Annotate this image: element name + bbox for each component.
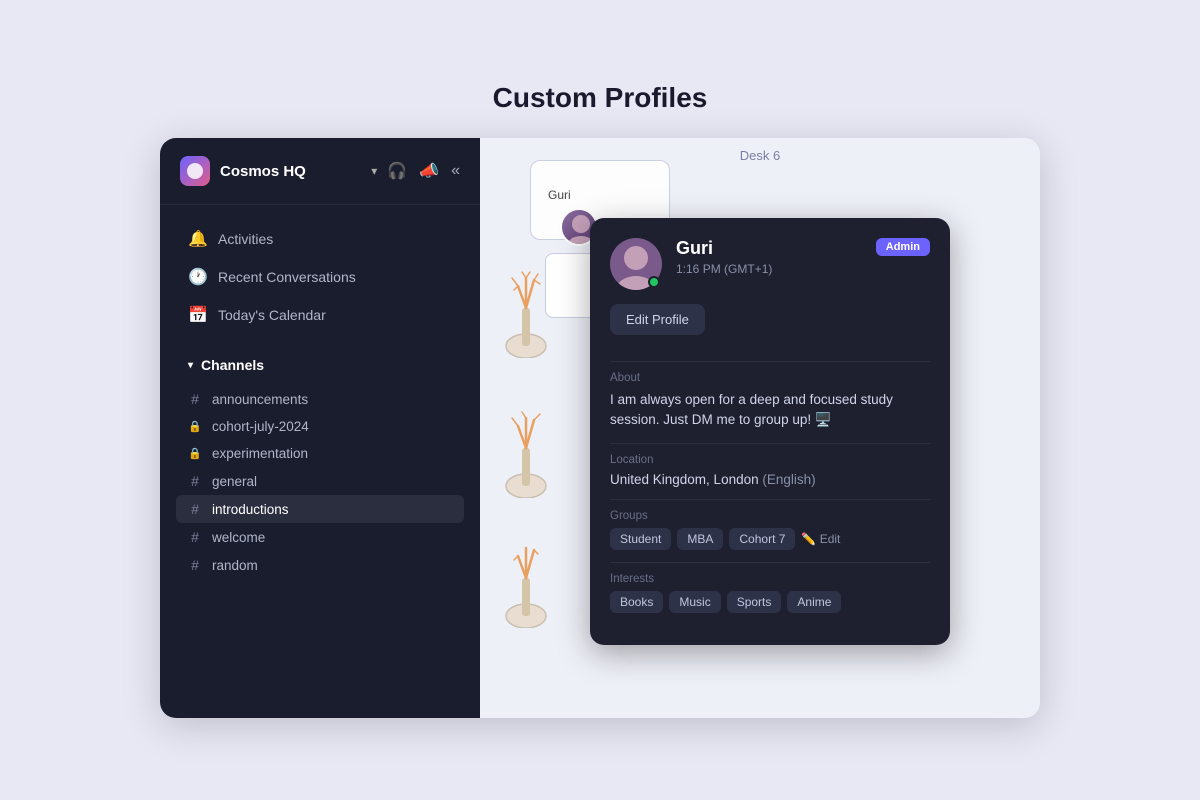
header-icons: 🎧 📣 « [387,161,460,181]
channel-label: welcome [212,530,265,545]
workspace-logo [180,156,210,186]
channel-item-experimentation[interactable]: 🔒 experimentation [176,440,464,467]
headphone-icon[interactable]: 🎧 [387,161,407,181]
bell-icon: 🔔 [188,229,206,249]
channel-label: general [212,474,257,489]
plant-decoration-3 [500,538,552,633]
channel-item-welcome[interactable]: # welcome [176,523,464,551]
about-text: I am always open for a deep and focused … [610,390,930,431]
hash-icon: # [188,391,202,407]
groups-tags: Student MBA Cohort 7 ✏️ Edit [610,528,930,550]
channels-section: ▾ Channels # announcements 🔒 cohort-july… [160,341,480,587]
lock-icon: 🔒 [188,447,202,460]
sidebar-item-activities[interactable]: 🔔 Activities [176,221,464,257]
interests-section: Interests Books Music Sports Anime [610,573,930,613]
recent-conversations-label: Recent Conversations [218,269,356,285]
channels-chevron-icon: ▾ [188,360,193,371]
group-tag-student: Student [610,528,671,550]
user-info: Guri 1:16 PM (GMT+1) [676,238,862,276]
about-label: About [610,372,930,384]
sidebar-item-recent-conversations[interactable]: 🕐 Recent Conversations [176,259,464,295]
megaphone-icon[interactable]: 📣 [419,161,439,181]
hash-icon: # [188,501,202,517]
interests-tags: Books Music Sports Anime [610,591,930,613]
sidebar-nav: 🔔 Activities 🕐 Recent Conversations 📅 To… [160,205,480,341]
groups-section: Groups Student MBA Cohort 7 ✏️ Edit [610,510,930,550]
page-title: Custom Profiles [493,82,708,114]
channel-item-random[interactable]: # random [176,551,464,579]
app-container: Cosmos HQ ▾ 🎧 📣 « 🔔 Activities 🕐 Recent … [160,138,1040,718]
about-section: About I am always open for a deep and fo… [610,372,930,431]
collapse-icon[interactable]: « [451,162,460,180]
channel-item-cohort[interactable]: 🔒 cohort-july-2024 [176,413,464,440]
groups-label: Groups [610,510,930,522]
clock-icon: 🕐 [188,267,206,287]
interest-tag-sports: Sports [727,591,782,613]
workspace-chevron-icon[interactable]: ▾ [371,164,377,178]
edit-profile-button[interactable]: Edit Profile [610,304,705,335]
todays-calendar-label: Today's Calendar [218,307,326,323]
guri-label: Guri [548,188,571,202]
calendar-icon: 📅 [188,305,206,325]
sidebar-header: Cosmos HQ ▾ 🎧 📣 « [160,138,480,205]
main-content: Desk 6 Guri [480,138,1040,718]
channel-item-introductions[interactable]: # introductions [176,495,464,523]
user-name: Guri [676,238,862,259]
hash-icon: # [188,557,202,573]
channel-label: experimentation [212,446,308,461]
divider-1 [610,361,930,362]
user-time: 1:16 PM (GMT+1) [676,262,862,276]
channel-label: introductions [212,502,289,517]
sidebar: Cosmos HQ ▾ 🎧 📣 « 🔔 Activities 🕐 Recent … [160,138,480,718]
divider-4 [610,562,930,563]
channel-label: announcements [212,392,308,407]
location-primary: United Kingdom, London [610,472,759,487]
lock-icon: 🔒 [188,420,202,433]
location-text: United Kingdom, London (English) [610,472,930,487]
online-status-indicator [648,276,660,288]
groups-edit-button[interactable]: ✏️ Edit [801,532,840,546]
divider-3 [610,499,930,500]
activities-label: Activities [218,231,273,247]
hash-icon: # [188,473,202,489]
user-avatar-wrap [610,238,662,290]
channel-label: cohort-july-2024 [212,419,309,434]
logo-inner [187,163,203,179]
plant-decoration-2 [500,408,552,503]
interest-tag-books: Books [610,591,663,613]
location-secondary: (English) [762,472,815,487]
desk-area: Desk 6 Guri [480,138,1040,718]
workspace-name: Cosmos HQ [220,163,361,180]
hash-icon: # [188,529,202,545]
channel-label: random [212,558,258,573]
location-section: Location United Kingdom, London (English… [610,454,930,487]
interests-label: Interests [610,573,930,585]
admin-badge: Admin [876,238,930,256]
desk-label: Desk 6 [740,148,780,163]
channels-label: Channels [201,357,264,373]
user-profile-card: Guri 1:16 PM (GMT+1) Admin Edit Profile … [590,218,950,645]
interest-tag-anime: Anime [787,591,841,613]
channel-item-general[interactable]: # general [176,467,464,495]
group-tag-cohort7: Cohort 7 [729,528,795,550]
channel-item-announcements[interactable]: # announcements [176,385,464,413]
channels-header: ▾ Channels [176,353,464,377]
location-label: Location [610,454,930,466]
divider-2 [610,443,930,444]
sidebar-item-todays-calendar[interactable]: 📅 Today's Calendar [176,297,464,333]
interest-tag-music: Music [669,591,720,613]
user-card-header: Guri 1:16 PM (GMT+1) Admin [610,238,930,290]
group-tag-mba: MBA [677,528,723,550]
